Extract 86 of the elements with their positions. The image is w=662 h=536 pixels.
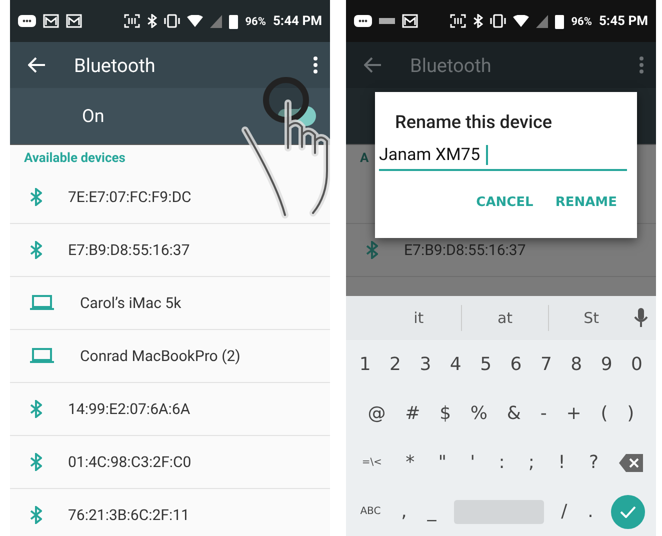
bluetooth-icon [30,400,42,418]
switch-label: On [82,106,106,126]
keyboard-key[interactable]: ; [525,450,538,475]
keyboard-key[interactable]: 5 [477,352,495,377]
keyboard-key[interactable]: % [467,401,491,426]
keyboard-key[interactable]: ) [624,401,638,426]
keyboard-key[interactable]: + [563,401,584,426]
clock-time: 5:45 PM [598,14,648,28]
device-name-field[interactable]: Janam XM75 [379,141,627,171]
battery-icon [229,14,238,28]
keyboard-key[interactable]: 3 [416,352,434,377]
keyboard-key[interactable]: . [584,499,596,524]
keyboard-key[interactable]: 2 [386,352,404,377]
checkmark-icon [620,506,636,518]
screen-title: Bluetooth [74,54,156,76]
keyboard-key[interactable]: 4 [446,352,464,377]
device-name[interactable]: E7:B9:D8:55:16:37 [404,241,526,259]
keyboard-key[interactable]: & [504,401,524,426]
bluetooth-icon [366,241,378,259]
bluetooth-icon [30,188,42,206]
scanner-icon [450,14,466,28]
keyboard-key[interactable]: / [558,499,570,524]
keyboard-key[interactable]: @ [364,401,389,426]
backspace-icon[interactable] [619,454,644,472]
bluetooth-icon [30,506,42,524]
keyboard-key[interactable]: =\< [358,455,385,470]
keyboard-key[interactable]: 0 [628,352,646,377]
scanner-icon [124,14,140,28]
suggestion[interactable]: St [548,305,634,331]
mail-icon [43,14,59,28]
bluetooth-toggle[interactable] [278,109,314,123]
vibrate-icon [490,14,506,28]
battery-percent: 96% [571,14,592,28]
wifi-icon [513,15,530,27]
clock-time: 5:44 PM [272,14,322,28]
battery-percent: 96% [245,14,266,28]
screen-title: Bluetooth [410,54,492,76]
dialog-title: Rename this device [394,112,554,133]
message-icon [354,14,372,28]
no-signal-icon [536,14,548,28]
device-name[interactable]: Conrad MacBookPro (2) [80,347,240,365]
keyboard-key[interactable]: 1 [356,352,374,377]
wifi-icon [187,15,204,27]
keyboard-key[interactable]: * [402,450,418,475]
keyboard-key[interactable]: , [398,499,410,524]
microphone-icon[interactable] [634,308,648,328]
bluetooth-icon [30,453,42,471]
mail-icon [66,14,82,28]
message-icon [18,14,36,28]
done-button[interactable] [610,494,645,528]
suggestion[interactable]: it [376,305,462,331]
device-name[interactable]: 7E:E7:07:FC:F9:DC [68,188,192,206]
keyboard-key[interactable]: ( [598,401,611,426]
keyboard-key[interactable]: $ [436,401,454,426]
bluetooth-icon [30,241,42,259]
section-header: Available devices [24,150,126,166]
device-name[interactable]: Carol’s iMac 5k [80,294,182,312]
keyboard-key[interactable]: ' [467,450,478,475]
device-name[interactable]: E7:B9:D8:55:16:37 [68,241,190,259]
device-name[interactable]: 01:4C:98:C3:2F:C0 [68,453,192,471]
laptop-icon [30,348,54,364]
device-name[interactable]: 76:21:3B:6C:2F:11 [68,506,190,524]
suggestion[interactable]: at [461,305,548,331]
keyboard-key[interactable]: ABC [357,504,384,519]
keyboard-key[interactable]: # [402,401,424,426]
keyboard-key[interactable]: ? [586,450,602,475]
battery-icon [555,14,564,28]
bluetooth-icon [147,14,158,28]
device-name[interactable]: 14:99:E2:07:6A:6A [68,400,190,418]
vibrate-icon [164,14,180,28]
keyboard-key[interactable]: : [496,450,508,475]
section-header: A [360,150,369,166]
laptop-icon [30,295,54,311]
mail-icon [402,14,418,28]
keyboard-key[interactable]: 6 [507,352,525,377]
keyboard-key[interactable]: ! [555,450,568,475]
keyboard-icon [379,16,395,26]
keyboard-key[interactable]: 9 [598,352,616,377]
more-options-icon[interactable] [313,56,318,74]
keyboard-key[interactable]: 7 [537,352,555,377]
keyboard-key[interactable]: 8 [568,352,586,377]
bluetooth-icon [473,14,484,28]
keyboard-key[interactable]: - [537,401,550,426]
keyboard-key[interactable]: " [435,450,450,475]
no-signal-icon [210,14,222,28]
keyboard-key[interactable]: _ [424,499,440,524]
